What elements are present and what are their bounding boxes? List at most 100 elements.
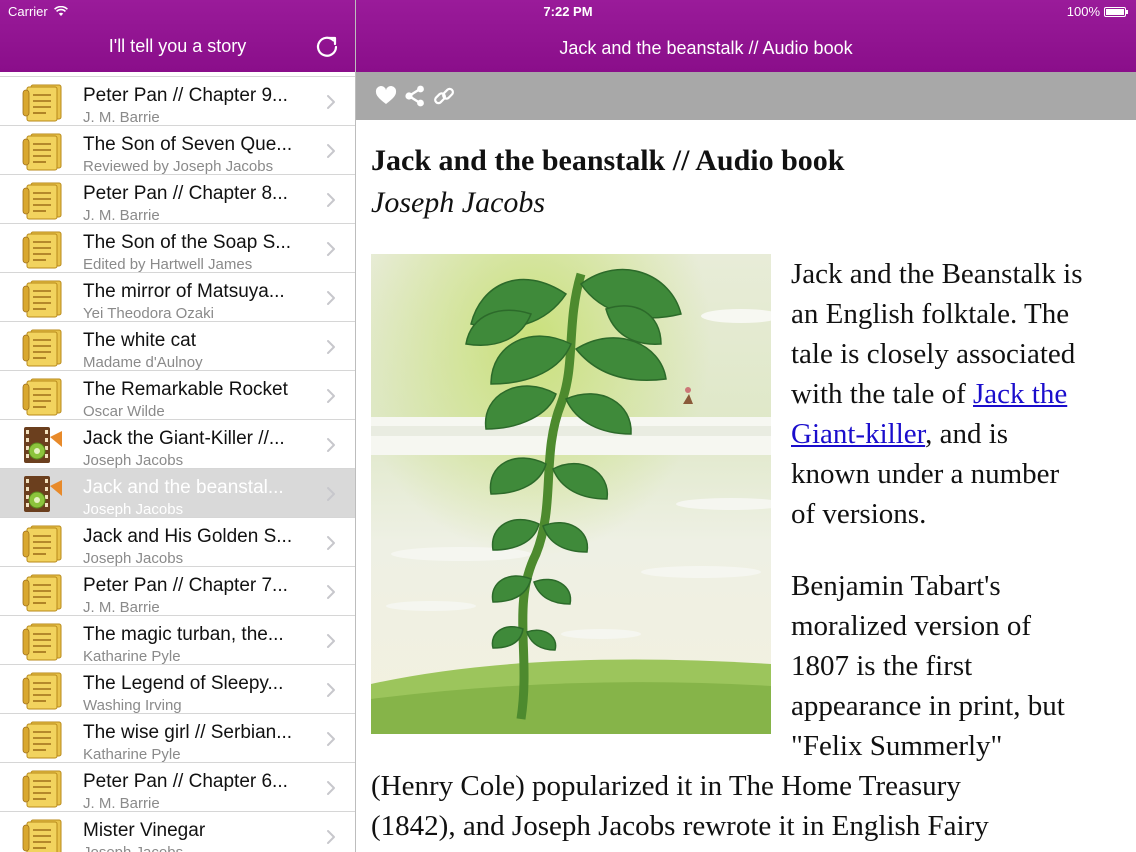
chevron-right-icon: [327, 242, 335, 256]
story-author: Joseph Jacobs: [83, 501, 184, 518]
story-row[interactable]: The magic turban, the... Katharine Pyle: [0, 616, 355, 665]
chevron-right-icon: [327, 634, 335, 648]
story-author: Joseph Jacobs: [83, 452, 184, 469]
story-row[interactable]: The Legend of Sleepy... Washing Irving: [0, 665, 355, 714]
story-title: Peter Pan // Chapter 7...: [83, 575, 288, 596]
story-row[interactable]: The Son of the Soap S... Edited by Hartw…: [0, 224, 355, 273]
chevron-right-icon: [327, 438, 335, 452]
p2-line: Benjamin Tabart's: [791, 570, 1001, 602]
p1-line: Jack and the Beanstalk is: [791, 258, 1083, 290]
p2-line: "Felix Summerly": [791, 730, 1003, 762]
story-row[interactable]: The Remarkable Rocket Oscar Wilde: [0, 371, 355, 420]
story-author: Joseph Jacobs: [83, 844, 183, 852]
story-row[interactable]: The mirror of Matsuya... Yei Theodora Oz…: [0, 273, 355, 322]
document-icon: [22, 572, 66, 612]
chevron-right-icon: [327, 193, 335, 207]
story-title: Jack and the beanstal...: [83, 477, 284, 498]
document-icon: [22, 327, 66, 367]
story-author: Yei Theodora Ozaki: [83, 305, 214, 322]
story-author: Edited by Hartwell James: [83, 256, 253, 273]
document-icon: [22, 82, 66, 122]
detail-pane: Jack and the beanstalk // Audio book Jac…: [356, 0, 1136, 852]
story-author: Madame d'Aulnoy: [83, 354, 203, 371]
chevron-right-icon: [327, 487, 335, 501]
story-title: Jack and His Golden S...: [83, 526, 293, 547]
story-row[interactable]: The wise girl // Serbian... Katharine Py…: [0, 714, 355, 763]
story-title: Jack the Giant-Killer //...: [83, 428, 285, 449]
p1-line: an English folktale. The: [791, 298, 1070, 330]
jack-the-giant-killer-link[interactable]: Jack the: [973, 378, 1067, 410]
share-icon[interactable]: [403, 84, 427, 108]
document-icon: [22, 719, 66, 759]
story-row[interactable]: Jack and the beanstal... Joseph Jacobs: [0, 469, 355, 518]
document-icon: [22, 229, 66, 269]
p2-line: moralized version of: [791, 610, 1031, 642]
story-title: Peter Pan // Chapter 9...: [83, 85, 288, 106]
refresh-icon[interactable]: [312, 32, 342, 62]
jack-the-giant-killer-link-cont[interactable]: Giant-killer: [791, 418, 925, 450]
p1-line: of versions.: [791, 498, 927, 530]
right-nav-title: Jack and the beanstalk // Audio book: [559, 38, 853, 58]
p2-line: 1807 is the first: [791, 650, 973, 682]
p1-line: with the tale of Jack the: [791, 374, 1131, 414]
document-icon: [22, 670, 66, 710]
chevron-right-icon: [327, 683, 335, 697]
p1-line: known under a number: [791, 458, 1060, 490]
document-icon: [22, 180, 66, 220]
story-title: Peter Pan // Chapter 8...: [83, 183, 288, 204]
story-title: The white cat: [83, 330, 196, 351]
paragraph-1: Jack and the Beanstalk is an English fol…: [791, 254, 1131, 534]
battery-icon: [1104, 6, 1128, 17]
document-icon: [22, 131, 66, 171]
beanstalk-illustration: [371, 254, 771, 734]
heart-icon[interactable]: [374, 84, 398, 108]
story-author: J. M. Barrie: [83, 795, 160, 812]
chevron-right-icon: [327, 340, 335, 354]
story-author: Oscar Wilde: [83, 403, 165, 420]
chevron-right-icon: [327, 732, 335, 746]
story-title: The wise girl // Serbian...: [83, 722, 293, 743]
chevron-right-icon: [327, 291, 335, 305]
story-row[interactable]: Jack and His Golden S... Joseph Jacobs: [0, 518, 355, 567]
story-row[interactable]: Peter Pan // Chapter 6... J. M. Barrie: [0, 763, 355, 812]
document-icon: [22, 768, 66, 808]
story-author: J. M. Barrie: [83, 599, 160, 616]
story-row[interactable]: Peter Pan // Chapter 9... J. M. Barrie: [0, 77, 355, 126]
story-author: J. M. Barrie: [83, 109, 160, 126]
p1-line: tale is closely associated: [791, 338, 1076, 370]
battery-indicator: 100%: [1066, 4, 1128, 19]
chevron-right-icon: [327, 389, 335, 403]
chevron-right-icon: [327, 536, 335, 550]
story-title: Peter Pan // Chapter 6...: [83, 771, 288, 792]
story-row[interactable]: Mister Vinegar Joseph Jacobs: [0, 812, 355, 852]
story-list-pane: I'll tell you a story Peter Pan // Chapt…: [0, 0, 355, 852]
p2-line: appearance in print, but: [791, 690, 1065, 722]
story-title: Mister Vinegar: [83, 820, 206, 841]
story-title: The Remarkable Rocket: [83, 379, 288, 400]
story-row[interactable]: The white cat Madame d'Aulnoy: [0, 322, 355, 371]
story-author: Washing Irving: [83, 697, 182, 714]
paragraph-2-cont: (Henry Cole) popularized it in The Home …: [371, 766, 1131, 846]
story-title: The magic turban, the...: [83, 624, 284, 645]
story-author: J. M. Barrie: [83, 207, 160, 224]
story-row[interactable]: Peter Pan // Chapter 7... J. M. Barrie: [0, 567, 355, 616]
story-row[interactable]: Peter Pan // Chapter 8... J. M. Barrie: [0, 175, 355, 224]
story-author: Joseph Jacobs: [83, 550, 184, 567]
left-nav-title: I'll tell you a story: [108, 36, 247, 56]
story-row[interactable]: Jack the Giant-Killer //... Joseph Jacob…: [0, 420, 355, 469]
audio-film-icon: [22, 474, 66, 514]
story-title: The mirror of Matsuya...: [83, 281, 285, 302]
document-icon: [22, 817, 66, 852]
chevron-right-icon: [327, 585, 335, 599]
chevron-right-icon: [327, 830, 335, 844]
p1-text: , and is: [925, 418, 1009, 450]
story-row[interactable]: The Son of Seven Que... Reviewed by Jose…: [0, 126, 355, 175]
status-bar: Carrier 7:22 PM 100%: [0, 0, 1136, 22]
story-author: Katharine Pyle: [83, 746, 181, 763]
story-title: The Son of Seven Que...: [83, 134, 293, 155]
story-author: Reviewed by Joseph Jacobs: [83, 158, 274, 175]
p2-line: (Henry Cole) popularized it in The Home …: [371, 770, 961, 802]
document-icon: [22, 278, 66, 318]
link-icon[interactable]: [432, 84, 456, 108]
battery-label: 100%: [1066, 4, 1100, 19]
